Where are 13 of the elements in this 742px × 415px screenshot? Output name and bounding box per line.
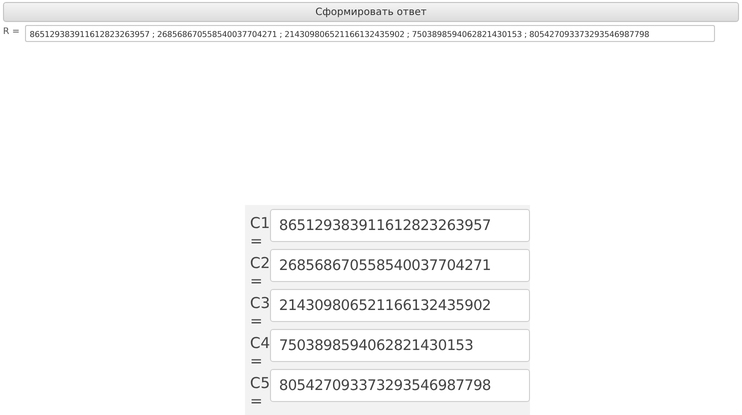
- value-field[interactable]: 268568670558540037704271: [270, 249, 530, 282]
- field-label: C1 =: [249, 213, 270, 250]
- value-field[interactable]: 214309806521166132435902: [270, 289, 530, 322]
- value-field[interactable]: 865129383911612823263957: [270, 209, 530, 242]
- field-label: C5 =: [249, 373, 270, 410]
- result-field[interactable]: 865129383911612823263957 ; 268568670558540037704271 ; 214309806521166132435902 ; 7503898594062821430153 ; 805427093373293546987798: [24, 25, 715, 42]
- value-field[interactable]: 805427093373293546987798: [270, 369, 530, 402]
- field-label: C2 =: [249, 253, 270, 290]
- field-label: C4 =: [249, 333, 270, 370]
- value-field[interactable]: 7503898594062821430153: [270, 329, 530, 362]
- field-label: C3 =: [249, 293, 270, 330]
- generate-answer-button[interactable]: Сформировать ответ: [3, 2, 739, 22]
- result-label: R =: [3, 26, 20, 37]
